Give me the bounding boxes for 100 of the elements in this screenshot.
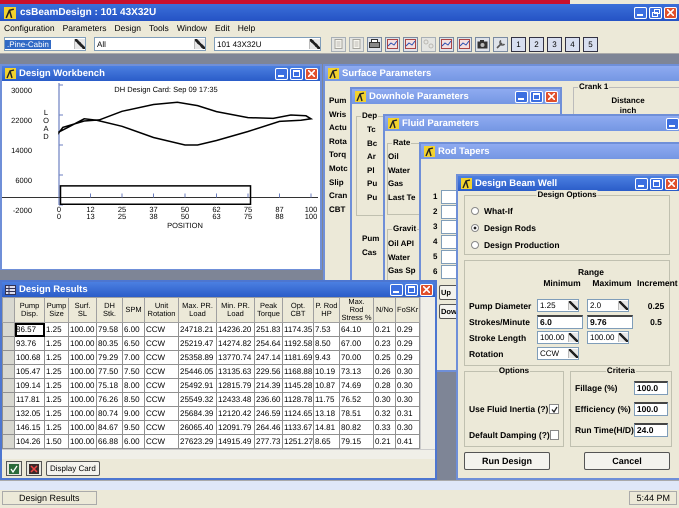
dropdown[interactable]: 101 43X32U (214, 37, 321, 51)
row-header[interactable] (2, 336, 14, 350)
table-cell[interactable]: 100.00 (68, 392, 96, 406)
menu-item[interactable]: Parameters (62, 23, 106, 33)
table-cell[interactable]: 25446.05 (178, 364, 216, 378)
table-cell[interactable]: 10.19 (314, 364, 340, 378)
table-cell[interactable]: 79.58 (96, 322, 122, 336)
table-cell[interactable]: 70.00 (340, 350, 374, 364)
toolbar-button[interactable] (367, 36, 382, 52)
radio-button[interactable] (471, 241, 479, 249)
table-cell[interactable]: 25358.89 (178, 350, 216, 364)
dropdown[interactable]: 100.00 (537, 331, 579, 344)
table-cell[interactable]: 14.81 (314, 420, 340, 434)
maximize-button[interactable] (290, 68, 303, 80)
table-cell[interactable]: 75.18 (96, 378, 122, 392)
row-header[interactable] (2, 378, 14, 392)
table-cell[interactable]: 254.64 (254, 336, 282, 350)
row-header[interactable] (2, 322, 14, 336)
row-header[interactable] (2, 350, 14, 364)
minimize-button[interactable] (634, 6, 647, 18)
table-cell[interactable]: 26065.40 (178, 420, 216, 434)
close-button[interactable] (545, 90, 558, 102)
restore-button[interactable] (649, 6, 662, 18)
checkbox[interactable] (549, 404, 559, 414)
table-cell[interactable]: 100.00 (68, 378, 96, 392)
table-cell[interactable]: 7.00 (122, 350, 144, 364)
row-header[interactable] (2, 392, 14, 406)
table-cell[interactable]: CCW (144, 420, 178, 434)
table-cell[interactable]: 80.82 (340, 420, 374, 434)
menu-item[interactable]: Tools (148, 23, 169, 33)
dropdown[interactable]: 2.0 (587, 299, 629, 312)
table-cell[interactable]: 0.23 (374, 336, 396, 350)
table-cell[interactable]: 73.13 (340, 364, 374, 378)
table-cell[interactable]: 100.68 (14, 350, 44, 364)
table-cell[interactable]: 13135.63 (216, 364, 254, 378)
table-cell[interactable]: 12815.79 (216, 378, 254, 392)
input-field[interactable]: 100.0 (634, 381, 668, 395)
input-field[interactable]: 100.0 (634, 402, 668, 416)
display-card-button[interactable]: Display Card (46, 461, 100, 476)
table-cell[interactable]: 1192.58 (282, 336, 314, 350)
table-cell[interactable]: 8.00 (122, 378, 144, 392)
table-cell[interactable]: 0.33 (374, 420, 396, 434)
table-cell[interactable]: 12120.42 (216, 406, 254, 420)
table-cell[interactable]: 10.87 (314, 378, 340, 392)
table-cell[interactable]: 109.14 (14, 378, 44, 392)
toolbar-button[interactable] (403, 36, 418, 52)
table-cell[interactable]: 0.26 (374, 364, 396, 378)
horizontal-scrollbar[interactable] (2, 449, 435, 459)
menu-item[interactable]: Edit (215, 23, 230, 33)
table-cell[interactable]: 236.60 (254, 392, 282, 406)
dropdown[interactable]: CCW (537, 347, 579, 360)
table-cell[interactable]: 1174.35 (282, 322, 314, 336)
table-cell[interactable]: 1.25 (44, 406, 68, 420)
input-field[interactable]: 9.76 (587, 314, 633, 328)
table-cell[interactable]: 246.59 (254, 406, 282, 420)
table-cell[interactable]: 1.25 (44, 378, 68, 392)
table-cell[interactable]: 13.18 (314, 406, 340, 420)
table-cell[interactable]: 80.35 (96, 336, 122, 350)
dropdown[interactable]: 100.00 (587, 331, 629, 344)
minimize-button[interactable] (666, 118, 679, 130)
table-cell[interactable]: 264.46 (254, 420, 282, 434)
minimize-button[interactable] (635, 178, 648, 190)
table-cell[interactable]: 0.32 (374, 406, 396, 420)
table-cell[interactable]: 1.25 (44, 392, 68, 406)
numbered-button[interactable]: 1 (511, 36, 526, 52)
toolbar-button[interactable] (493, 36, 508, 52)
horizontal-scrollbar[interactable] (0, 480, 679, 490)
table-cell[interactable]: CCW (144, 406, 178, 420)
dialog-button[interactable]: Run Design (464, 452, 550, 470)
dropdown[interactable]: 1.25 (537, 299, 579, 312)
close-button[interactable] (665, 178, 678, 190)
table-cell[interactable]: 6.00 (122, 322, 144, 336)
accept-button[interactable] (6, 461, 22, 476)
table-cell[interactable]: 1.25 (44, 420, 68, 434)
table-cell[interactable]: CCW (144, 322, 178, 336)
table-cell[interactable]: 25549.32 (178, 392, 216, 406)
table-cell[interactable]: 8.50 (314, 336, 340, 350)
table-cell[interactable]: CCW (144, 392, 178, 406)
table-cell[interactable]: 1.25 (44, 336, 68, 350)
table-cell[interactable]: 100.00 (68, 406, 96, 420)
table-cell[interactable]: 146.15 (14, 420, 44, 434)
minimize-button[interactable] (390, 284, 403, 296)
table-cell[interactable]: 1145.28 (282, 378, 314, 392)
table-cell[interactable]: 80.74 (96, 406, 122, 420)
table-cell[interactable]: 67.00 (340, 336, 374, 350)
table-cell[interactable]: 100.00 (68, 420, 96, 434)
table-cell[interactable]: 7.50 (122, 364, 144, 378)
table-cell[interactable]: 12433.48 (216, 392, 254, 406)
toolbar-button[interactable] (385, 36, 400, 52)
dialog-button[interactable]: Cancel (584, 452, 670, 470)
table-cell[interactable]: CCW (144, 364, 178, 378)
table-cell[interactable]: 7.53 (314, 322, 340, 336)
table-cell[interactable]: 6.50 (122, 336, 144, 350)
toolbar-button[interactable] (475, 36, 490, 52)
table-cell[interactable]: 93.76 (14, 336, 44, 350)
table-cell[interactable]: 1.25 (44, 350, 68, 364)
vertical-scrollbar[interactable] (420, 297, 435, 449)
table-cell[interactable]: 64.10 (340, 322, 374, 336)
input-field[interactable]: 6.0 (537, 314, 583, 328)
table-cell[interactable]: 1181.69 (282, 350, 314, 364)
